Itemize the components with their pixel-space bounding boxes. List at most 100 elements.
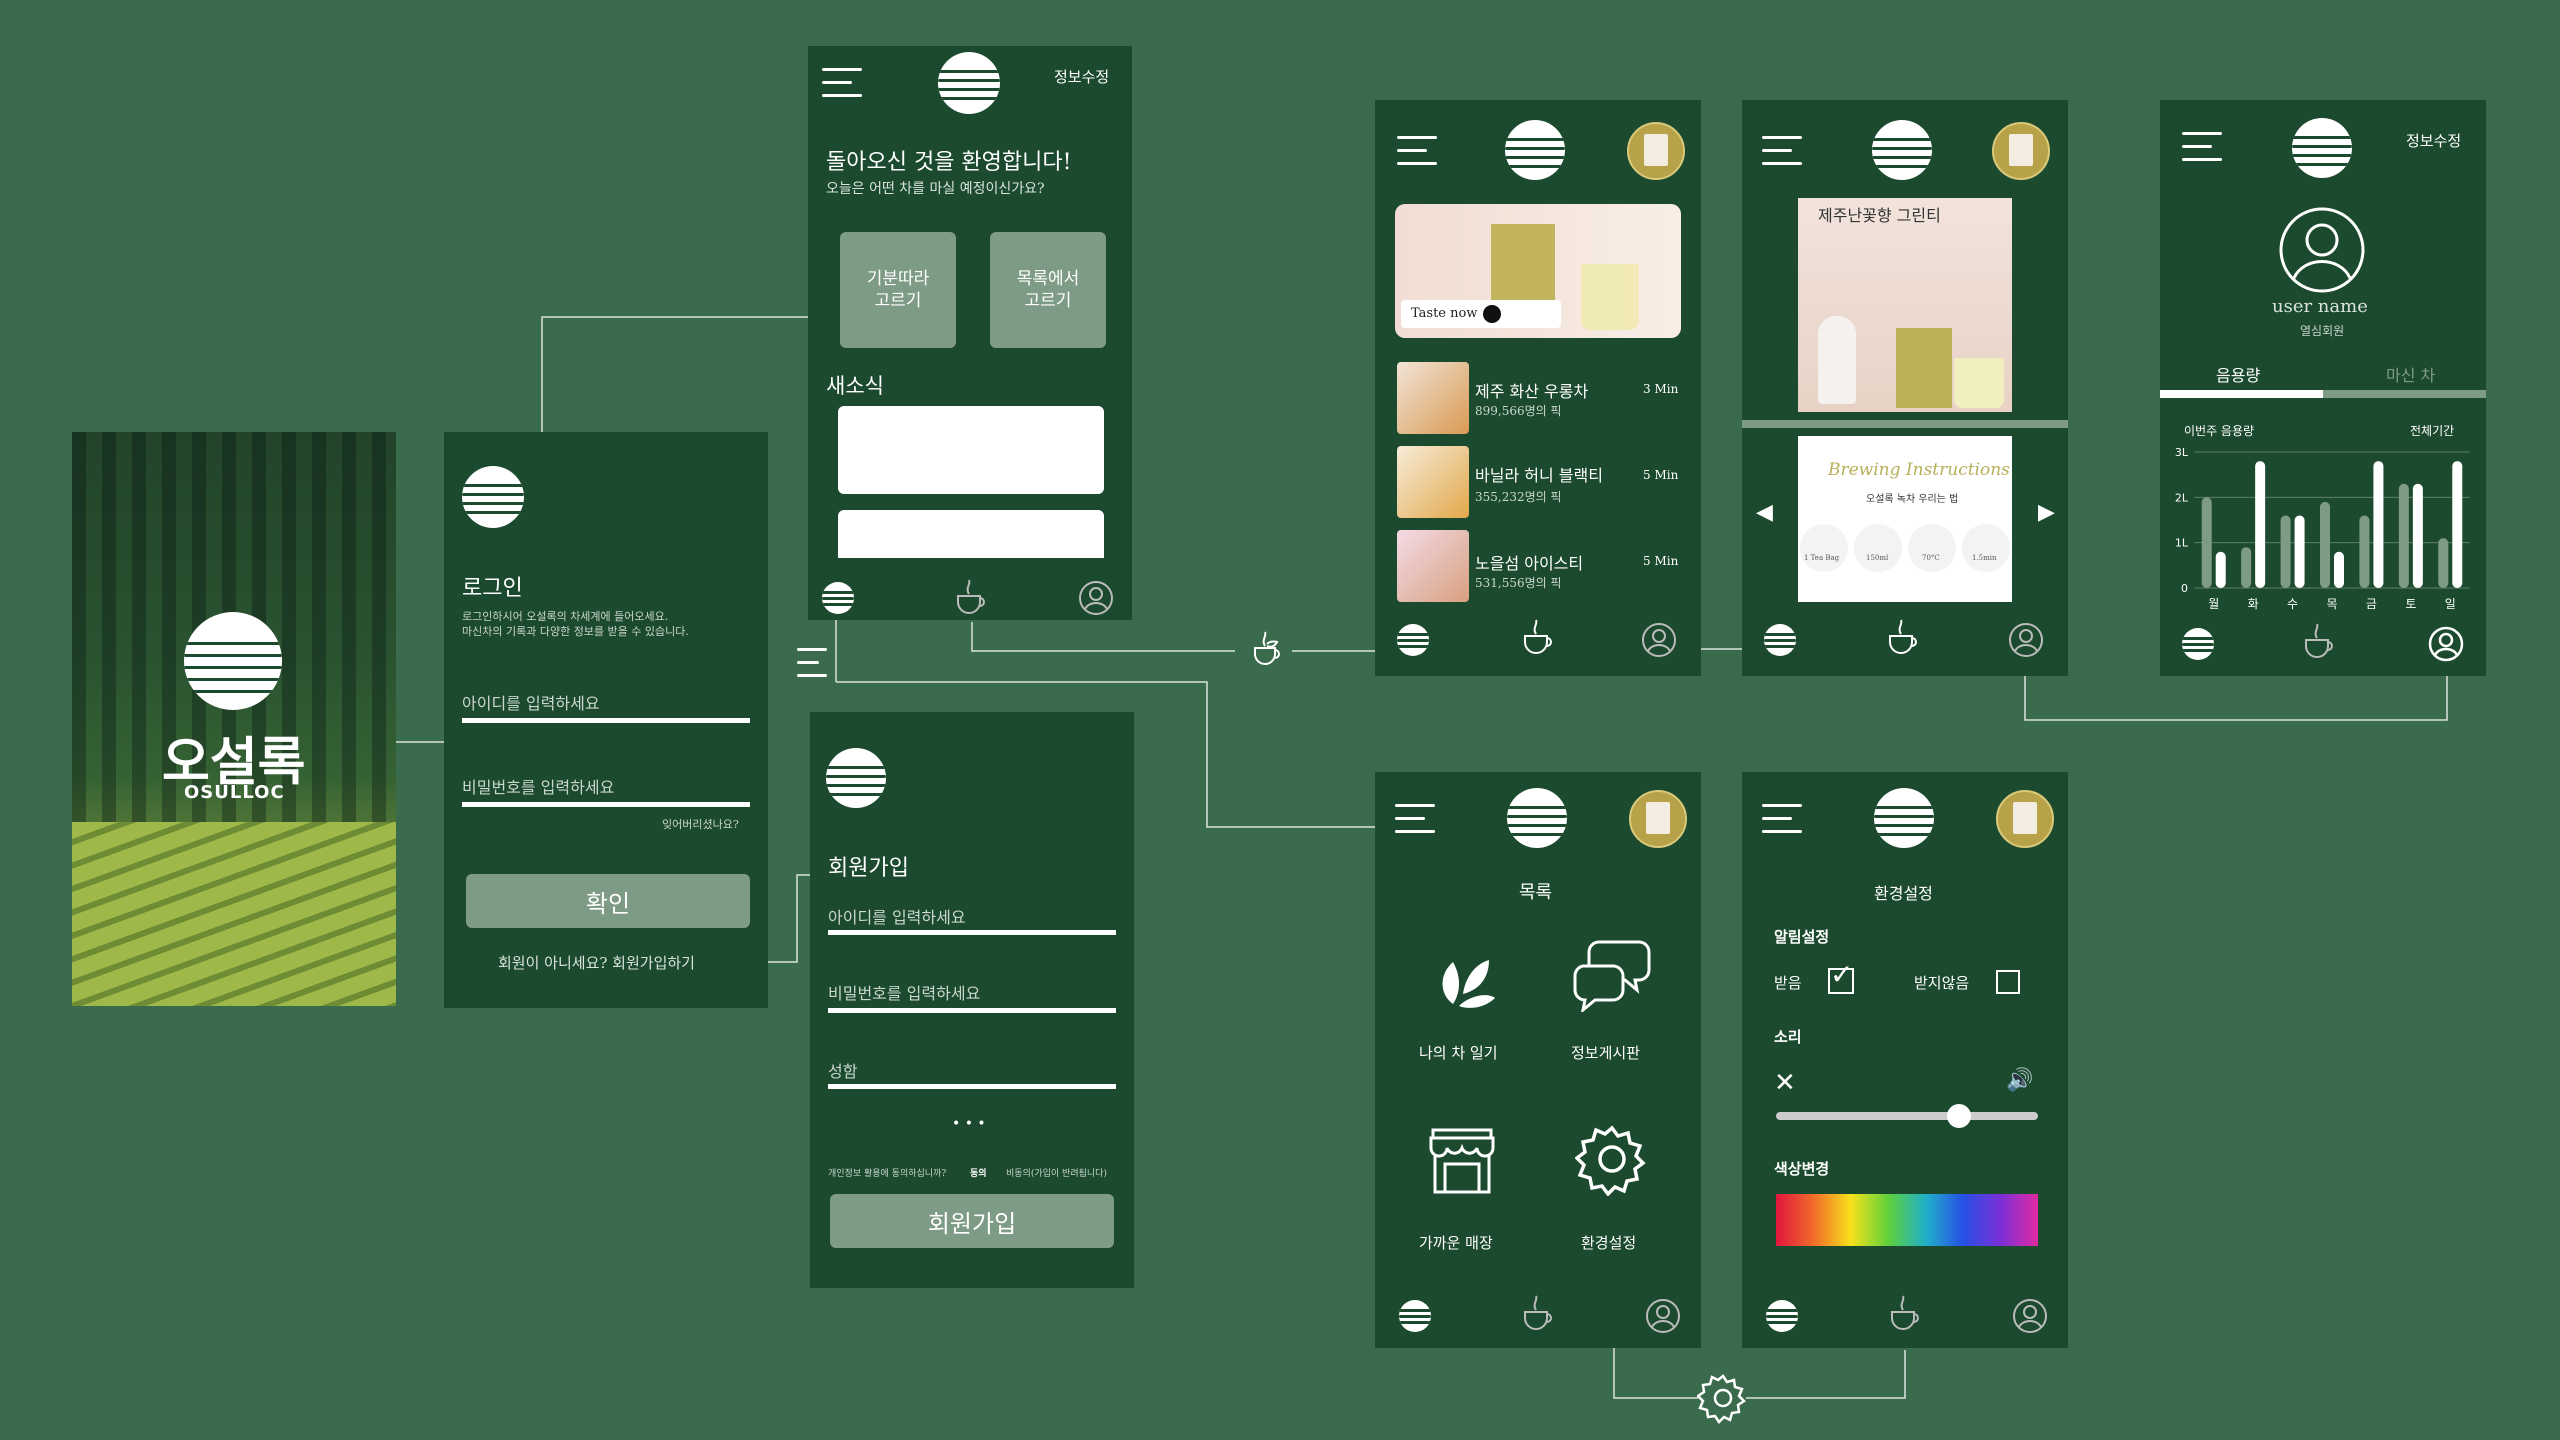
chart-bar — [2280, 515, 2291, 588]
tea-name[interactable]: 바닐라 허니 블랙티 — [1475, 462, 1603, 486]
signup-button[interactable]: 회원가입 — [830, 1194, 1114, 1248]
news-heading: 새소식 — [826, 374, 884, 398]
menu-title: 목록 — [1519, 882, 1553, 903]
tab-consumption[interactable]: 음용량 — [2216, 362, 2260, 386]
news-card[interactable] — [838, 406, 1104, 494]
tea-nav-icon[interactable] — [1884, 618, 1924, 658]
hamburger-icon[interactable] — [1395, 804, 1437, 834]
hamburger-icon[interactable] — [822, 68, 864, 98]
product-name: 제주난꽃향 그린티 — [1818, 206, 1941, 225]
user-avatar[interactable] — [1992, 122, 2050, 180]
id-field[interactable]: 아이디를 입력하세요 — [462, 690, 600, 714]
confirm-button[interactable]: 확인 — [466, 874, 750, 928]
volume-slider-track[interactable] — [1776, 1112, 2038, 1120]
osulloc-logo-icon — [184, 612, 282, 710]
home-nav-icon[interactable] — [1764, 624, 1796, 656]
notification-off-label: 받지않음 — [1914, 974, 1970, 992]
user-avatar[interactable] — [1627, 122, 1685, 180]
menu-item-tea-diary[interactable]: 나의 차 일기 — [1419, 1042, 1498, 1063]
password-field[interactable]: 비밀번호를 입력하세요 — [462, 774, 614, 798]
hamburger-icon[interactable] — [1397, 136, 1439, 166]
chat-bubbles-icon[interactable] — [1569, 936, 1653, 1012]
user-avatar[interactable] — [1996, 790, 2054, 848]
chart-x-tick-label: 토 — [2405, 597, 2416, 611]
profile-nav-icon[interactable] — [2428, 626, 2464, 662]
menu-item-board[interactable]: 정보게시판 — [1571, 1042, 1640, 1063]
color-spectrum-picker[interactable] — [1776, 1194, 2038, 1246]
list-select-button[interactable]: 목록에서 고르기 — [990, 232, 1106, 348]
chart-period-label: 이번주 음용량 — [2184, 424, 2255, 438]
osulloc-logo-icon — [1872, 120, 1932, 180]
profile-nav-icon[interactable] — [1641, 622, 1677, 658]
next-arrow-icon[interactable]: ▶ — [2038, 500, 2055, 525]
tea-nav-icon[interactable] — [1519, 1294, 1559, 1334]
forgot-password-link[interactable]: 잊어버리셨나요? — [662, 816, 739, 832]
password-field-underline — [462, 802, 750, 807]
list-select-label-1: 목록에서 — [1016, 269, 1080, 289]
home-nav-icon[interactable] — [1766, 1300, 1798, 1332]
consent-agree-option[interactable]: 동의 — [970, 1166, 987, 1179]
mood-select-label-2: 고르기 — [874, 291, 922, 311]
mood-select-button[interactable]: 기분따라 고르기 — [840, 232, 956, 348]
tea-pick-count: 531,556명의 픽 — [1475, 576, 1562, 590]
brew-step-time: 1.5min — [1962, 524, 2010, 572]
brewing-title: Brewing Instructions — [1828, 460, 2010, 480]
signup-id-field[interactable]: 아이디를 입력하세요 — [828, 904, 966, 928]
chart-bar — [2452, 461, 2463, 588]
signup-name-field[interactable]: 성함 — [828, 1058, 857, 1082]
brew-step-label: 1.5min — [1972, 554, 1997, 562]
user-avatar[interactable] — [1629, 790, 1687, 848]
edit-profile-link[interactable]: 정보수정 — [2406, 130, 2461, 151]
image-divider — [1742, 420, 2068, 428]
tea-nav-icon[interactable] — [1886, 1294, 1926, 1334]
not-receive-checkbox[interactable] — [1996, 970, 2020, 994]
tab-indicator-active — [2160, 390, 2323, 398]
chart-y-tick-label: 2L — [2175, 491, 2189, 504]
gear-icon[interactable] — [1575, 1122, 1649, 1196]
profile-nav-icon[interactable] — [1078, 580, 1114, 616]
previous-arrow-icon[interactable]: ◀ — [1756, 500, 1773, 525]
store-icon[interactable] — [1425, 1124, 1499, 1198]
home-nav-icon[interactable] — [822, 582, 854, 614]
taste-now-button[interactable]: Taste now — [1401, 300, 1561, 328]
home-nav-icon[interactable] — [2182, 628, 2214, 660]
sound-heading: 소리 — [1774, 1028, 1802, 1046]
news-card[interactable] — [838, 510, 1104, 558]
tea-detail-screen: 제주난꽃향 그린티 ◀ ▶ Brewing Instructions 오설록 녹… — [1742, 100, 2068, 676]
chart-bar — [2215, 551, 2226, 588]
profile-nav-icon[interactable] — [2012, 1298, 2048, 1334]
mute-icon[interactable]: ✕ — [1774, 1068, 1796, 1098]
signup-link[interactable]: 회원이 아니세요? 회원가입하기 — [498, 952, 695, 973]
tab-drunk-tea[interactable]: 마신 차 — [2386, 362, 2435, 386]
osulloc-logo-icon — [1874, 788, 1934, 848]
tea-name[interactable]: 제주 화산 우롱차 — [1475, 378, 1588, 402]
menu-item-settings[interactable]: 환경설정 — [1581, 1232, 1636, 1253]
home-nav-icon[interactable] — [1397, 624, 1429, 656]
tea-nav-icon[interactable] — [1519, 618, 1559, 658]
home-nav-icon[interactable] — [1399, 1300, 1431, 1332]
tea-nav-icon[interactable] — [952, 578, 992, 618]
tea-leaf-icon[interactable] — [1423, 934, 1503, 1014]
menu-item-nearby-store[interactable]: 가까운 매장 — [1419, 1232, 1493, 1253]
speaker-icon[interactable]: 🔊 — [2006, 1068, 2033, 1093]
chart-period-all[interactable]: 전체기간 — [2410, 422, 2454, 439]
volume-slider-handle[interactable] — [1947, 1104, 1972, 1128]
chart-x-tick-label: 수 — [2287, 597, 2298, 611]
product-image: 제주난꽃향 그린티 — [1798, 198, 2012, 412]
tea-nav-icon[interactable] — [2300, 622, 2340, 662]
notification-receive-label: 받음 — [1774, 974, 1802, 992]
hamburger-icon[interactable] — [1762, 136, 1804, 166]
profile-nav-icon[interactable] — [1645, 1298, 1681, 1334]
tea-brew-time: 5 Min — [1643, 554, 1679, 568]
hamburger-icon[interactable] — [1762, 804, 1804, 834]
featured-banner[interactable]: Taste now — [1395, 204, 1681, 338]
brew-step-label: 1 Tea Bag — [1804, 554, 1840, 562]
chart-bar — [2241, 547, 2252, 588]
profile-nav-icon[interactable] — [2008, 622, 2044, 658]
tea-name[interactable]: 노을섬 아이스티 — [1475, 550, 1583, 574]
edit-profile-link[interactable]: 정보수정 — [1054, 66, 1109, 87]
signup-password-field[interactable]: 비밀번호를 입력하세요 — [828, 980, 980, 1004]
hamburger-icon[interactable] — [2182, 132, 2224, 162]
chart-bar — [2201, 497, 2212, 588]
consent-disagree-option[interactable]: 비동의(가입이 반려됩니다) — [1006, 1166, 1107, 1179]
